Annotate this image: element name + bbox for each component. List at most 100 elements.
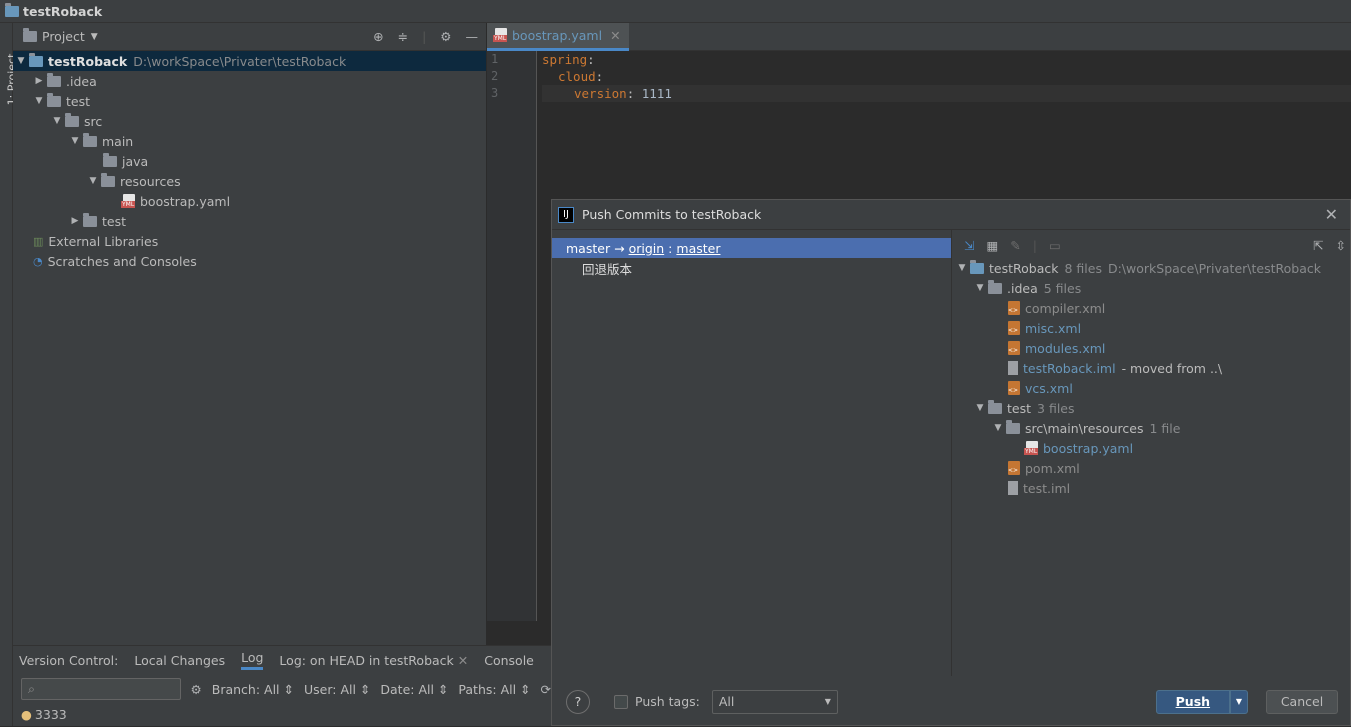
commit-item[interactable]: 回退版本 [552, 258, 951, 278]
folder-icon [101, 172, 115, 187]
tree-item-label: testRoback [48, 53, 128, 69]
folder-icon [65, 112, 79, 127]
project-panel: Project ▼ ⊕ ≑ | ⚙ — ▼ testRoback D:\work… [13, 23, 486, 645]
file-compiler-xml[interactable]: compiler.xml [952, 298, 1351, 318]
tree-item-testroback[interactable]: ▼ testRoback 8 files D:\workSpace\Privat… [952, 258, 1351, 278]
tree-item-idea[interactable]: ▼ .idea 5 files [952, 278, 1351, 298]
expanded-arrow-icon[interactable]: ▼ [990, 423, 1006, 433]
push-tags-checkbox[interactable] [614, 694, 628, 709]
expanded-arrow-icon[interactable]: ▼ [13, 56, 29, 66]
tree-item-test[interactable]: ▼ test [13, 91, 486, 111]
group-by-icon[interactable]: ▦ [986, 238, 998, 253]
tree-item-scratches[interactable]: ◔ Scratches and Consoles [13, 251, 486, 271]
tree-item-test[interactable]: ▼ test 3 files [952, 398, 1351, 418]
expanded-arrow-icon[interactable]: ▼ [972, 403, 988, 413]
help-button[interactable]: ? [566, 689, 590, 714]
tab-label: boostrap.yaml [512, 27, 603, 43]
vc-title: Version Control: [19, 652, 119, 668]
push-dropdown-button[interactable]: ▼ [1229, 689, 1248, 714]
log-search-input[interactable]: ⌕ [21, 678, 181, 700]
expanded-arrow-icon[interactable]: ▼ [67, 136, 83, 146]
close-icon[interactable]: ✕ [458, 653, 468, 668]
expanded-arrow-icon[interactable]: ▼ [31, 96, 47, 106]
dialog-footer: ? Push tags: All ▼ Push ▼ Cancel [552, 676, 1351, 727]
expanded-arrow-icon[interactable]: ▼ [972, 283, 988, 293]
tab-boostrap-yaml[interactable]: boostrap.yaml ✕ [487, 22, 629, 51]
preview-icon[interactable]: ▭ [1049, 238, 1061, 253]
locate-icon[interactable]: ⊕ [373, 29, 383, 44]
project-toolbar: ⊕ ≑ | ⚙ — [373, 29, 479, 44]
editor-tabs: boostrap.yaml ✕ [487, 22, 1351, 51]
collapsed-arrow-icon[interactable]: ▶ [31, 76, 47, 86]
xml-file-icon [1008, 381, 1020, 395]
paths-filter[interactable]: Paths: All ⇕ [458, 682, 530, 697]
user-filter[interactable]: User: All ⇕ [304, 682, 370, 697]
diff-icon[interactable]: ⇲ [964, 238, 974, 253]
code-area[interactable]: spring: cloud: version: 1111 [542, 51, 1351, 102]
expanded-arrow-icon[interactable]: ▼ [85, 176, 101, 186]
tab-log[interactable]: Log [241, 650, 264, 670]
tree-item-boostrap-yaml[interactable]: boostrap.yaml [13, 191, 486, 211]
gear-icon[interactable]: ⚙ [440, 29, 451, 44]
minimize-icon[interactable]: — [466, 29, 479, 44]
search-icon: ⌕ [28, 681, 36, 696]
file-pom-xml[interactable]: pom.xml [952, 458, 1351, 478]
branch-row[interactable]: master → origin : master [552, 238, 951, 258]
folder-icon [988, 279, 1002, 294]
tags-select[interactable]: All ▼ [711, 689, 838, 714]
commit-row[interactable]: ● 3333 [13, 704, 551, 724]
module-icon [5, 2, 19, 17]
gear-icon[interactable]: ⚙ [191, 682, 202, 697]
file-count: 1 file [1149, 420, 1181, 436]
iml-file-icon [1008, 481, 1018, 495]
tree-item-src[interactable]: ▼ src [13, 111, 486, 131]
expanded-arrow-icon[interactable]: ▼ [954, 263, 970, 273]
close-icon[interactable]: ✕ [610, 28, 620, 43]
tab-console[interactable]: Console [484, 653, 534, 668]
collapsed-arrow-icon[interactable]: ▶ [67, 216, 83, 226]
cancel-button[interactable]: Cancel [1266, 689, 1338, 714]
target-branch-link[interactable]: master [676, 241, 720, 256]
tree-item-src-main-resources[interactable]: ▼ src\main\resources 1 file [952, 418, 1351, 438]
tree-item-java[interactable]: java [13, 151, 486, 171]
tree-item-path: D:\workSpace\Privater\testRoback [1107, 260, 1321, 276]
xml-file-icon [1008, 321, 1020, 335]
branch-filter[interactable]: Branch: All ⇕ [212, 682, 294, 697]
remote-link[interactable]: origin [629, 241, 665, 256]
tree-item-testroback[interactable]: ▼ testRoback D:\workSpace\Privater\testR… [13, 51, 486, 71]
line-gutter: 1 2 3 [487, 51, 537, 621]
scratches-icon: ◔ [33, 254, 43, 268]
file-boostrap-yaml[interactable]: boostrap.yaml [952, 438, 1351, 458]
project-view-select[interactable]: Project [42, 29, 85, 44]
tree-item-external-libraries[interactable]: ▥ External Libraries [13, 231, 486, 251]
collapse-icon[interactable]: ≑ [398, 29, 408, 44]
refresh-icon[interactable]: ⟳ [541, 682, 551, 697]
date-filter[interactable]: Date: All ⇕ [380, 682, 448, 697]
expand-all-icon[interactable]: ⇱ [1313, 238, 1323, 253]
push-tags-label: Push tags: [635, 694, 700, 709]
close-icon[interactable]: ✕ [1325, 205, 1338, 224]
expanded-arrow-icon[interactable]: ▼ [49, 116, 65, 126]
tree-item-idea[interactable]: ▶ .idea [13, 71, 486, 91]
tab-local-changes[interactable]: Local Changes [134, 653, 225, 668]
tab-log-head[interactable]: Log: on HEAD in testRoback ✕ [279, 653, 468, 668]
tree-item-label: test [102, 213, 127, 229]
folder-icon [103, 152, 117, 167]
file-testroback-iml[interactable]: testRoback.iml - moved from ..\ [952, 358, 1351, 378]
tree-item-label: src\main\resources [1025, 420, 1144, 436]
tree-item-resources[interactable]: ▼ resources [13, 171, 486, 191]
file-vcs-xml[interactable]: vcs.xml [952, 378, 1351, 398]
push-button[interactable]: Push [1155, 689, 1230, 714]
collapse-all-icon[interactable]: ⇳ [1336, 238, 1346, 253]
tree-item-label: java [122, 153, 149, 169]
commit-dot-icon: ● [21, 706, 32, 722]
tree-item-main[interactable]: ▼ main [13, 131, 486, 151]
file-misc-xml[interactable]: misc.xml [952, 318, 1351, 338]
file-modules-xml[interactable]: modules.xml [952, 338, 1351, 358]
module-folder-icon [29, 52, 43, 67]
file-test-iml[interactable]: test.iml [952, 478, 1351, 498]
line-number: 1 [491, 52, 499, 66]
tree-item-test-folder[interactable]: ▶ test [13, 211, 486, 231]
chevron-down-icon[interactable]: ▼ [91, 32, 98, 42]
edit-icon[interactable]: ✎ [1010, 238, 1020, 253]
